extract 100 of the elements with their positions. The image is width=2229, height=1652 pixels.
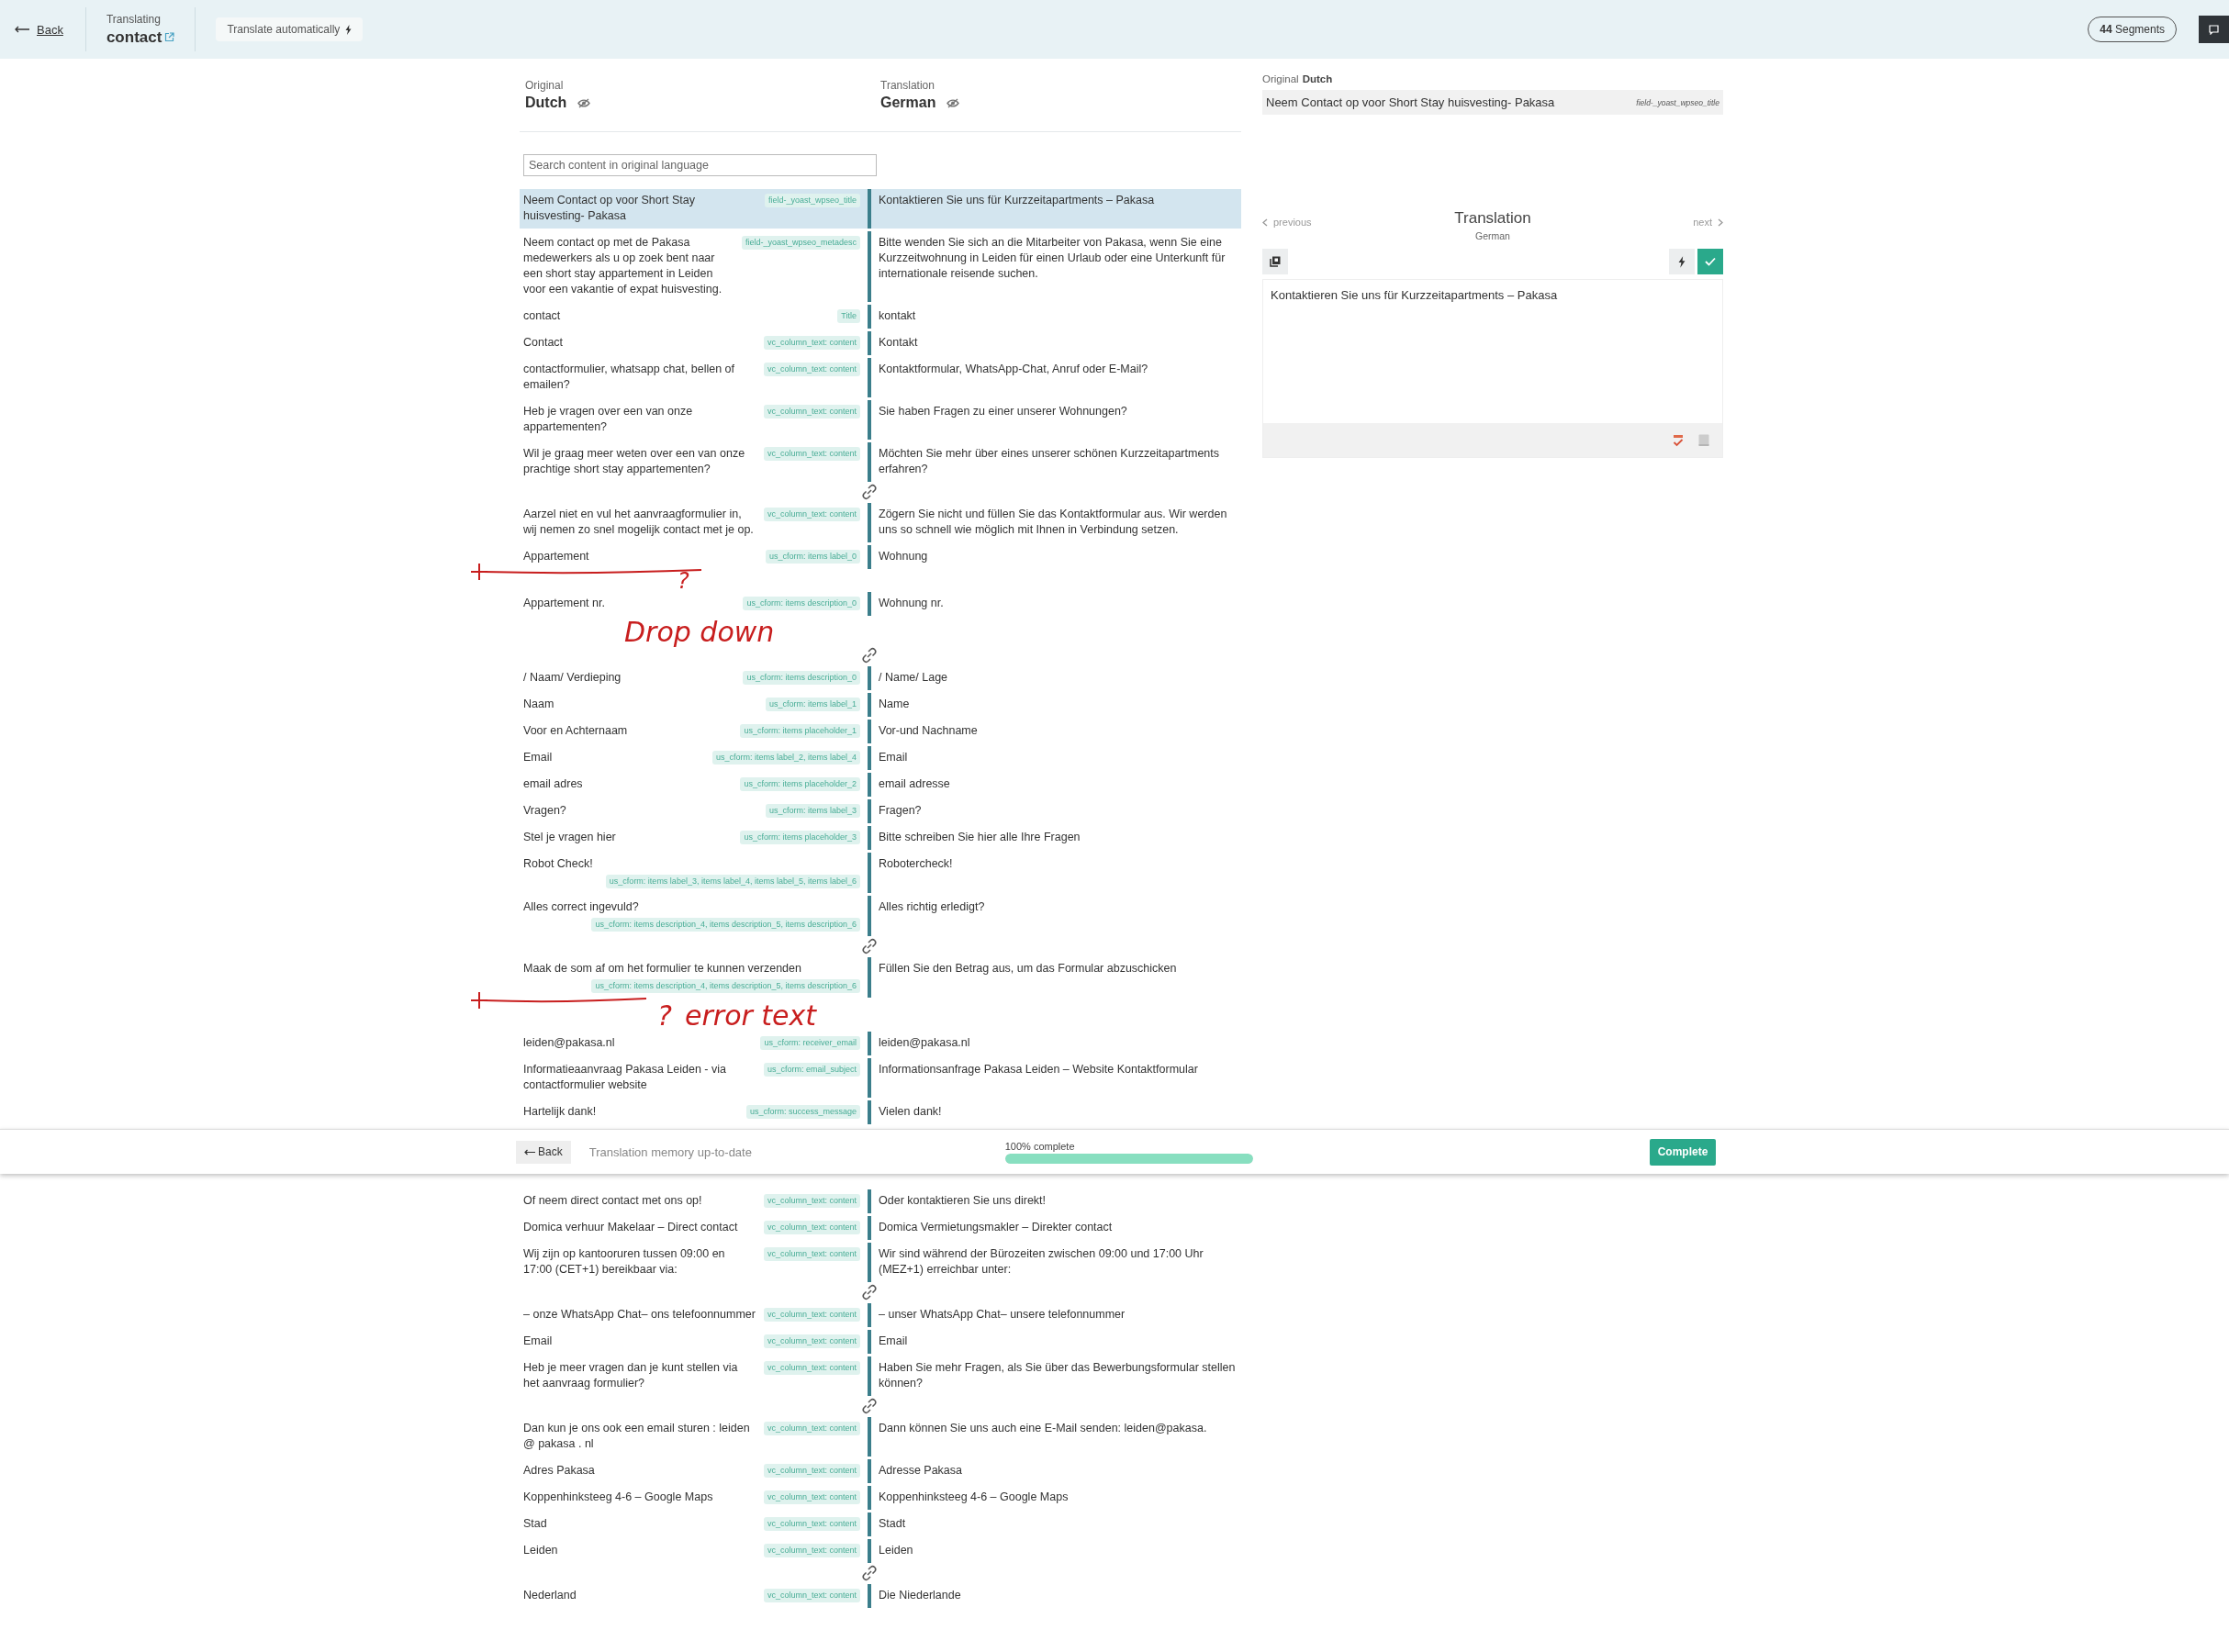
original-text: Of neem direct contact met ons op! (523, 1193, 703, 1209)
field-tag: vc_column_text: content (763, 1308, 860, 1322)
check-icon (1705, 257, 1716, 266)
segment-row[interactable]: contactformulier, whatsapp chat, bellen of emailen? vc_column_text: content Kontaktformular, WhatsApp-Chat, Anruf oder E-Mail? (520, 358, 1241, 397)
link-icon[interactable] (859, 645, 879, 665)
link-icon[interactable] (859, 936, 879, 956)
original-text: Koppenhinksteeg 4-6 – Google Maps (523, 1490, 714, 1505)
segment-row[interactable]: Neem Contact op voor Short Stay huisvesting- Pakasa field-_yoast_wpseo_title Kontaktieren Sie uns für Kurzzeitapartments – Pakasa (520, 189, 1241, 229)
segment-row[interactable]: leiden@pakasa.nl us_cform: receiver_email leiden@pakasa.nl (520, 1032, 1241, 1055)
translation-text: Die Niederlande (879, 1589, 961, 1602)
original-text: Contact (523, 335, 565, 351)
segment-row[interactable]: contact Title kontakt (520, 305, 1241, 329)
handwritten-note: ? (678, 570, 689, 592)
original-text: Alles correct ingevuld? (523, 899, 640, 915)
original-text: Appartement nr. (523, 596, 606, 611)
segment-row[interactable]: Leiden vc_column_text: content Leiden (520, 1539, 1241, 1563)
segment-row[interactable]: Maak de som af om het formulier te kunnen verzenden us_cform: items description_4, items description_5, items description_6 Füllen Sie den Betrag aus, um das Formular abzuschicken (520, 957, 1241, 998)
segment-row[interactable]: Informatieaanvraag Pakasa Leiden - via contactformulier website us_cform: email_subject Informationsanfrage Pakasa Leiden – Website Kontaktformular (520, 1058, 1241, 1098)
translation-language: German (880, 95, 936, 111)
segment-row[interactable]: Wil je graag meer weten over een van onze prachtige short stay appartementen? vc_column_text: content Möchten Sie mehr über eines unserer schönen Kurzzeitapartments erfahren? (520, 442, 1241, 482)
segment-row[interactable]: Voor en Achternaam us_cform: items placeholder_1 Vor-und Nachname (520, 720, 1241, 743)
field-tag: vc_column_text: content (763, 1517, 860, 1531)
translation-text: Haben Sie mehr Fragen, als Sie über das Bewerbungsformular stellen können? (879, 1361, 1236, 1390)
back-link[interactable]: Back (15, 22, 63, 37)
handwritten-note: ? (657, 1002, 672, 1030)
original-text: Wij zijn op kantooruren tussen 09:00 en 17:00 (CET+1) bereikbaar via: (523, 1246, 726, 1278)
original-text: Adres Pakasa (523, 1463, 596, 1479)
search-field[interactable]: Search content in original language (523, 154, 877, 176)
translation-text: Dann können Sie uns auch eine E-Mail senden: leiden@pakasa. (879, 1422, 1207, 1434)
comment-button[interactable] (2199, 16, 2229, 43)
field-tag: us_cform: receiver_email (760, 1036, 860, 1050)
arrow-left-icon (15, 26, 29, 33)
field-tag: us_cform: items description_4, items description_5, items description_6 (591, 979, 860, 993)
segment-row[interactable]: Domica verhuur Makelaar – Direct contact vc_column_text: content Domica Vermietungsmakler – Direkter contact (520, 1216, 1241, 1240)
back-button[interactable]: Back (516, 1140, 571, 1164)
field-tag: us_cform: items placeholder_3 (740, 831, 860, 844)
field-tag: vc_column_text: content (763, 1544, 860, 1557)
auto-translate-button[interactable] (1669, 249, 1695, 274)
field-tag: us_cform: items placeholder_2 (740, 777, 860, 791)
original-text: – onze WhatsApp Chat– ons telefoonnummer (523, 1307, 756, 1323)
link-icon[interactable] (859, 1563, 879, 1583)
translation-text: Wohnung (879, 550, 928, 563)
editor-title: Translation (1454, 209, 1531, 228)
segment-row[interactable]: Wij zijn op kantooruren tussen 09:00 en 17:00 (CET+1) bereikbaar via: vc_column_text: content Wir sind während der Bürozeiten zwischen 09:00 und 17:00 Uhr (MEZ+1) erreichbar unter: (520, 1243, 1241, 1282)
spellcheck-icon[interactable] (1673, 433, 1684, 447)
comment-icon (2209, 24, 2219, 35)
segment-row[interactable]: Heb je meer vragen dan je kunt stellen via het aanvraag formulier? vc_column_text: content Haben Sie mehr Fragen, als Sie über das Bewerbungsformular stellen können? (520, 1356, 1241, 1396)
segment-row[interactable]: Email us_cform: items label_2, items label_4 Email (520, 746, 1241, 770)
original-text: Email (523, 750, 554, 765)
segment-row[interactable]: Stad vc_column_text: content Stadt (520, 1512, 1241, 1536)
segment-row[interactable]: Nederland vc_column_text: content Die Niederlande (520, 1584, 1241, 1608)
segment-row[interactable]: Alles correct ingevuld? us_cform: items description_4, items description_5, items description_6 Alles richtig erledigt? (520, 896, 1241, 936)
segment-row[interactable]: Of neem direct contact met ons op! vc_column_text: content Oder kontaktieren Sie uns direkt! (520, 1189, 1241, 1213)
eye-slash-icon[interactable] (577, 97, 591, 108)
segment-row[interactable]: Vragen? us_cform: items label_3 Fragen? (520, 799, 1241, 823)
original-text: Naam (523, 697, 555, 712)
segment-row[interactable]: Contact vc_column_text: content Kontakt (520, 331, 1241, 355)
segment-row[interactable]: Stel je vragen hier us_cform: items placeholder_3 Bitte schreiben Sie hier alle Ihre Fragen (520, 826, 1241, 850)
segment-row[interactable]: Appartement us_cform: items label_0 Wohnung (520, 545, 1241, 569)
chevron-left-icon (1262, 218, 1268, 227)
field-tag: Title (837, 309, 860, 323)
field-tag: vc_column_text: content (763, 405, 860, 419)
segment-row[interactable]: Adres Pakasa vc_column_text: content Adresse Pakasa (520, 1459, 1241, 1483)
lightning-icon (345, 24, 353, 35)
field-tag: us_cform: items description_4, items description_5, items description_6 (591, 918, 860, 932)
translation-text: Bitte wenden Sie sich an die Mitarbeiter von Pakasa, wenn Sie eine Kurzzeitwohnung in Leiden für einen Urlaub oder eine Unterkunft für internationale reisende suchen. (879, 236, 1226, 280)
copy-source-button[interactable] (1262, 249, 1288, 274)
original-label: Original (1262, 73, 1299, 84)
segment-row[interactable]: Dan kun je ons ook een email sturen : leiden @ pakasa . nl vc_column_text: content Dann können Sie uns auch eine E-Mail senden: leiden@pakasa. (520, 1417, 1241, 1457)
segment-row[interactable]: Koppenhinksteeg 4-6 – Google Maps vc_column_text: content Koppenhinksteeg 4-6 – Google Maps (520, 1486, 1241, 1510)
translation-text: Email (879, 1334, 908, 1347)
field-tag: vc_column_text: content (763, 1490, 860, 1504)
target-language: German (1475, 230, 1510, 241)
field-tag: vc_column_text: content (763, 447, 860, 461)
field-tag: vc_column_text: content (763, 1247, 860, 1261)
arrow-left-icon (524, 1148, 535, 1155)
translate-automatically-button[interactable]: Translate automatically (216, 17, 364, 41)
translation-text: Wir sind während der Bürozeiten zwischen 09:00 und 17:00 Uhr (MEZ+1) erreichbar unter: (879, 1247, 1204, 1276)
eye-slash-icon[interactable] (946, 97, 960, 108)
segment-row[interactable]: Naam us_cform: items label_1 Name (520, 693, 1241, 717)
segment-row[interactable]: Hartelijk dank! us_cform: success_message Vielen dank! (520, 1100, 1241, 1124)
translation-text: Sie haben Fragen zu einer unserer Wohnungen? (879, 405, 1127, 418)
link-icon[interactable] (859, 1396, 879, 1416)
segment-row[interactable]: – onze WhatsApp Chat– ons telefoonnummer vc_column_text: content – unser WhatsApp Chat– unsere telefonnummer (520, 1303, 1241, 1327)
page-subtitle: Translating (106, 12, 162, 26)
segment-row[interactable]: Robot Check! us_cform: items label_3, items label_4, items label_5, items label_6 Robotercheck! (520, 853, 1241, 893)
original-text: / Naam/ Verdieping (523, 670, 622, 686)
translation-text: email adresse (879, 777, 950, 790)
segment-row[interactable]: email adres us_cform: items placeholder_2 email adresse (520, 773, 1241, 797)
translation-text: Koppenhinksteeg 4-6 – Google Maps (879, 1490, 1069, 1503)
field-tag: vc_column_text: content (763, 363, 860, 376)
link-icon[interactable] (859, 1282, 879, 1302)
segment-row[interactable]: Appartement nr. us_cform: items description_0 Wohnung nr. (520, 592, 1241, 616)
field-tag: vc_column_text: content (763, 1334, 860, 1348)
segment-row[interactable]: Heb je vragen over een van onze appartementen? vc_column_text: content Sie haben Fragen zu einer unserer Wohnungen? (520, 400, 1241, 440)
segment-row[interactable]: Email vc_column_text: content Email (520, 1330, 1241, 1354)
original-text: leiden@pakasa.nl (523, 1035, 616, 1051)
link-icon[interactable] (859, 482, 879, 502)
field-tag: us_cform: items label_1 (765, 698, 860, 711)
segment-row[interactable]: / Naam/ Verdieping us_cform: items description_0 / Name/ Lage (520, 666, 1241, 690)
